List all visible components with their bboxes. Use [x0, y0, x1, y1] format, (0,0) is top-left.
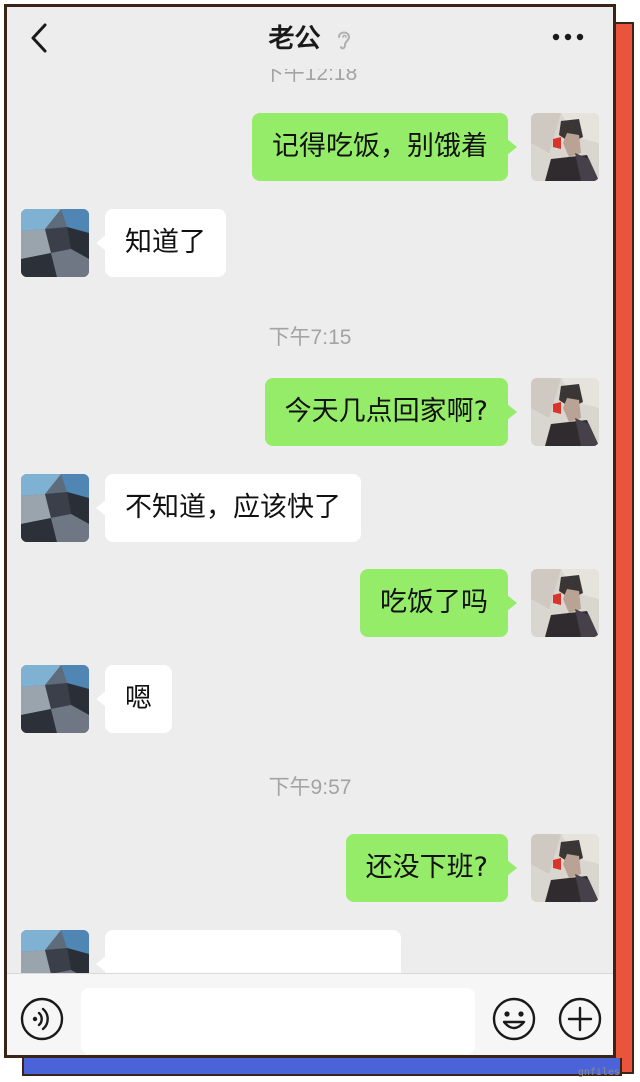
chat-header: 老公	[7, 7, 613, 69]
message-row-sent: 还没下班?	[7, 834, 613, 902]
ear-icon	[337, 31, 350, 49]
message-bubble-received[interactable]: 嗯	[96, 665, 172, 733]
message-bubble-received[interactable]: 不知道，应该快了	[96, 474, 361, 542]
message-input[interactable]	[81, 988, 475, 1054]
avatar-self[interactable]	[531, 378, 599, 446]
avatar-self[interactable]	[531, 113, 599, 181]
chat-title-wrap: 老公	[7, 21, 613, 57]
avatar-contact[interactable]	[21, 474, 89, 542]
message-row-received: 不知道，应该快了	[7, 474, 613, 542]
timestamp: 下午12:18	[262, 69, 358, 85]
avatar-contact[interactable]	[21, 665, 89, 733]
message-row-received	[7, 930, 613, 973]
message-bubble-sent[interactable]: 今天几点回家啊?	[264, 378, 518, 446]
chat-window: 老公 下午12:18 记得吃饭，别饿着 知道了 下午7:15 今天几点回家啊? …	[4, 4, 616, 1058]
emoji-icon[interactable]	[491, 996, 537, 1042]
chat-title: 老公	[268, 24, 321, 54]
voice-icon[interactable]	[19, 996, 65, 1042]
timestamp: 下午9:57	[268, 776, 352, 799]
message-bubble-sent[interactable]: 还没下班?	[345, 834, 518, 902]
message-list[interactable]: 下午12:18 记得吃饭，别饿着 知道了 下午7:15 今天几点回家啊? 不知道…	[7, 69, 613, 973]
timestamp: 下午7:15	[268, 326, 352, 349]
message-row-received: 知道了	[7, 209, 613, 277]
message-row-received: 嗯	[7, 665, 613, 733]
plus-icon[interactable]	[557, 996, 603, 1042]
watermark: gnfiles	[577, 1067, 620, 1078]
avatar-contact[interactable]	[21, 930, 89, 973]
decorative-frame-blue	[22, 1058, 622, 1076]
avatar-contact[interactable]	[21, 209, 89, 277]
message-row-sent: 今天几点回家啊?	[7, 378, 613, 446]
message-bubble-sent[interactable]: 吃饭了吗	[360, 569, 517, 637]
avatar-self[interactable]	[531, 834, 599, 902]
more-dots-icon[interactable]	[551, 29, 585, 45]
message-bubble-sent[interactable]: 记得吃饭，别饿着	[252, 113, 517, 181]
message-bubble-received[interactable]: 知道了	[96, 209, 226, 277]
message-bubble-received[interactable]	[96, 930, 401, 973]
input-bar	[7, 973, 613, 1055]
message-row-sent: 吃饭了吗	[7, 569, 613, 637]
avatar-self[interactable]	[531, 569, 599, 637]
message-row-sent: 记得吃饭，别饿着	[7, 113, 613, 181]
